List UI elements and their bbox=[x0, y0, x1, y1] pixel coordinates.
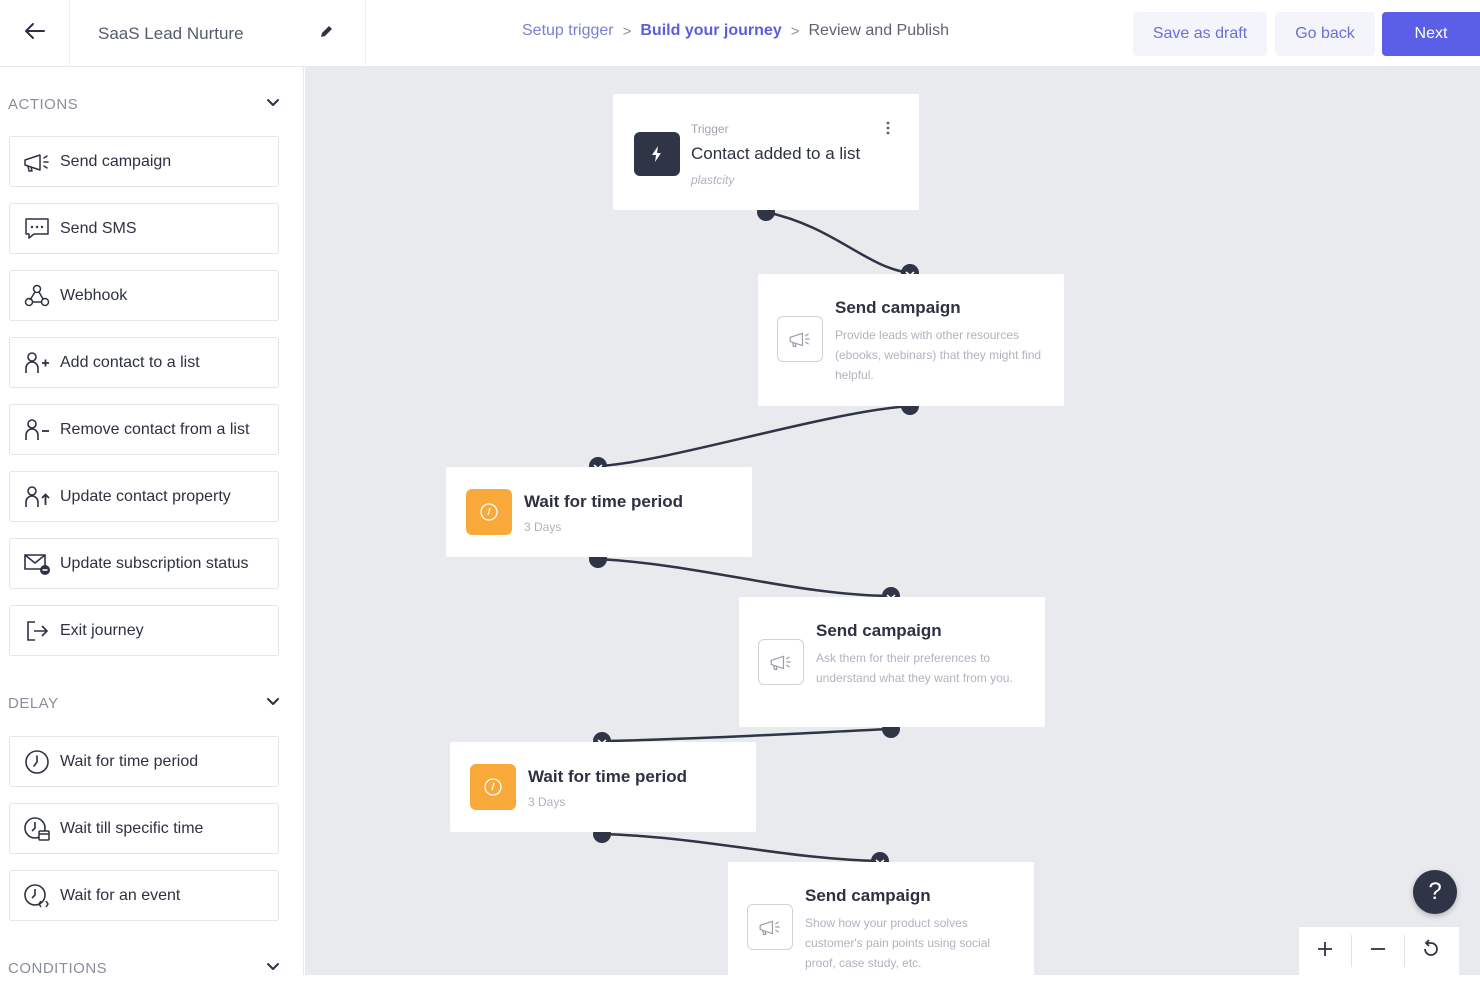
wait-title: Wait for time period bbox=[524, 492, 683, 511]
wait-duration: 3 Days bbox=[528, 795, 566, 809]
delay-label: Wait for an event bbox=[60, 886, 181, 904]
user-up-icon bbox=[23, 483, 51, 511]
actions-section-header[interactable]: ACTIONS bbox=[8, 94, 282, 114]
arrow-left-icon bbox=[24, 22, 46, 45]
user-plus-icon bbox=[23, 349, 51, 377]
send-campaign-node[interactable]: Send campaign Show how your product solv… bbox=[728, 862, 1034, 975]
action-label: Update contact property bbox=[60, 487, 231, 505]
breadcrumb-setup-trigger[interactable]: Setup trigger bbox=[522, 22, 614, 40]
action-label: Exit journey bbox=[60, 621, 144, 639]
refresh-icon bbox=[1421, 938, 1441, 964]
plus-icon bbox=[1316, 940, 1334, 963]
trigger-kicker: Trigger bbox=[691, 122, 729, 136]
chevron-down-icon bbox=[264, 957, 282, 975]
journey-title-area: SaaS Lead Nurture bbox=[70, 0, 366, 67]
chevron-down-icon bbox=[264, 93, 282, 115]
action-label: Webhook bbox=[60, 286, 128, 304]
bottom-strip bbox=[0, 975, 1480, 987]
action-send-campaign[interactable]: Send campaign bbox=[9, 136, 279, 187]
actions-sidebar: ACTIONS Send campaign Send SMS Webhook A… bbox=[0, 67, 304, 975]
next-button[interactable]: Next bbox=[1382, 12, 1480, 56]
breadcrumb-separator: > bbox=[790, 22, 800, 40]
breadcrumb: Setup trigger > Build your journey > Rev… bbox=[522, 22, 949, 40]
delay-wait-for-an-event[interactable]: Wait for an event bbox=[9, 870, 279, 921]
journey-canvas[interactable]: Trigger Contact added to a list plastcit… bbox=[305, 67, 1480, 975]
kebab-menu-icon[interactable] bbox=[885, 120, 891, 141]
conditions-section-header[interactable]: CONDITIONS bbox=[8, 958, 282, 975]
minus-icon bbox=[1369, 940, 1387, 963]
action-update-subscription-status[interactable]: Update subscription status bbox=[9, 538, 279, 589]
breadcrumb-review-publish[interactable]: Review and Publish bbox=[808, 22, 949, 40]
send-campaign-node[interactable]: Send campaign Provide leads with other r… bbox=[758, 274, 1064, 406]
user-minus-icon bbox=[23, 416, 51, 444]
delay-label: Wait for time period bbox=[60, 752, 199, 770]
lightning-icon bbox=[634, 132, 680, 176]
trigger-title: Contact added to a list bbox=[691, 144, 861, 163]
trigger-list-name: plastcity bbox=[691, 173, 735, 187]
go-back-button[interactable]: Go back bbox=[1275, 12, 1375, 56]
delay-section-header[interactable]: DELAY bbox=[8, 693, 282, 713]
delay-wait-till-specific-time[interactable]: Wait till specific time bbox=[9, 803, 279, 854]
clock-icon bbox=[23, 748, 51, 776]
action-webhook[interactable]: Webhook bbox=[9, 270, 279, 321]
campaign-description: Ask them for their preferences to unders… bbox=[816, 651, 1013, 685]
reset-zoom-button[interactable] bbox=[1405, 927, 1457, 975]
campaign-title: Send campaign bbox=[805, 886, 931, 905]
zoom-in-button[interactable] bbox=[1299, 927, 1351, 975]
send-campaign-node[interactable]: Send campaign Ask them for their prefere… bbox=[739, 597, 1045, 727]
journey-title[interactable]: SaaS Lead Nurture bbox=[98, 24, 244, 44]
exit-icon bbox=[23, 617, 51, 645]
wait-duration: 3 Days bbox=[524, 520, 562, 534]
action-label: Send SMS bbox=[60, 219, 137, 237]
breadcrumb-build-journey[interactable]: Build your journey bbox=[640, 22, 781, 40]
campaign-title: Send campaign bbox=[835, 298, 961, 317]
zoom-controls bbox=[1299, 927, 1459, 975]
top-bar: SaaS Lead Nurture Setup trigger > Build … bbox=[0, 0, 1480, 67]
megaphone-icon bbox=[23, 148, 51, 176]
back-button[interactable] bbox=[0, 0, 70, 67]
action-exit-journey[interactable]: Exit journey bbox=[9, 605, 279, 656]
breadcrumb-separator: > bbox=[622, 22, 632, 40]
action-label: Remove contact from a list bbox=[60, 420, 250, 438]
help-button[interactable]: ? bbox=[1413, 870, 1457, 914]
clock-icon bbox=[466, 489, 512, 535]
chevron-down-icon bbox=[264, 692, 282, 714]
pencil-icon[interactable] bbox=[318, 24, 334, 45]
megaphone-icon bbox=[747, 904, 793, 950]
delay-heading: DELAY bbox=[8, 694, 59, 712]
action-label: Add contact to a list bbox=[60, 353, 200, 371]
action-label: Send campaign bbox=[60, 152, 172, 170]
campaign-description: Show how your product solves customer's … bbox=[805, 916, 991, 970]
zoom-out-button[interactable] bbox=[1352, 927, 1404, 975]
action-send-sms[interactable]: Send SMS bbox=[9, 203, 279, 254]
campaign-title: Send campaign bbox=[816, 621, 942, 640]
megaphone-icon bbox=[777, 316, 823, 362]
clock-icon bbox=[470, 764, 516, 810]
delay-label: Wait till specific time bbox=[60, 819, 204, 837]
action-label: Update subscription status bbox=[60, 554, 249, 572]
actions-heading: ACTIONS bbox=[8, 95, 79, 113]
action-remove-contact-from-list[interactable]: Remove contact from a list bbox=[9, 404, 279, 455]
action-update-contact-property[interactable]: Update contact property bbox=[9, 471, 279, 522]
wait-time-node[interactable]: Wait for time period 3 Days bbox=[450, 742, 756, 832]
mail-status-icon bbox=[23, 550, 51, 578]
webhook-icon bbox=[23, 282, 51, 310]
conditions-heading: CONDITIONS bbox=[8, 959, 108, 976]
action-add-contact-to-list[interactable]: Add contact to a list bbox=[9, 337, 279, 388]
megaphone-icon bbox=[758, 639, 804, 685]
wait-time-node[interactable]: Wait for time period 3 Days bbox=[446, 467, 752, 557]
trigger-node[interactable]: Trigger Contact added to a list plastcit… bbox=[613, 94, 919, 210]
campaign-description: Provide leads with other resources (eboo… bbox=[835, 328, 1042, 382]
clock-event-icon bbox=[23, 882, 51, 910]
save-as-draft-button[interactable]: Save as draft bbox=[1133, 12, 1267, 56]
delay-wait-for-time-period[interactable]: Wait for time period bbox=[9, 736, 279, 787]
sms-icon bbox=[23, 215, 51, 243]
clock-calendar-icon bbox=[23, 815, 51, 843]
wait-title: Wait for time period bbox=[528, 767, 687, 786]
